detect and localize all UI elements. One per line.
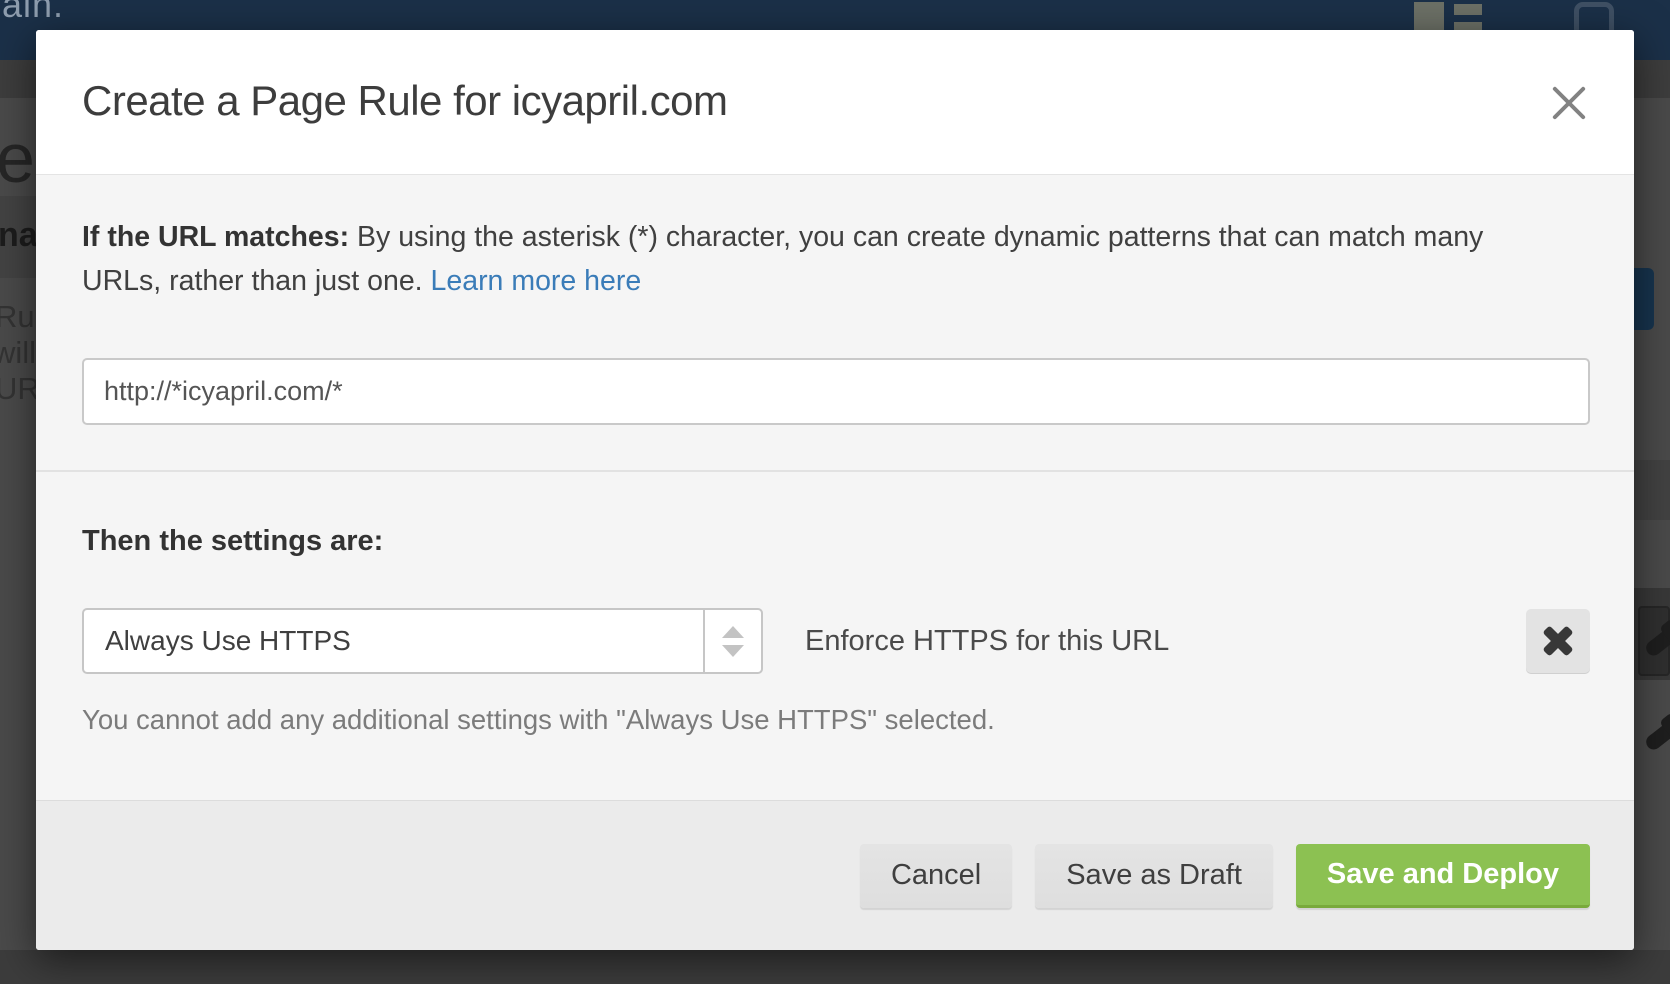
setting-selected-value: Always Use HTTPS: [84, 610, 703, 672]
background-domain-text-fragment: ain.: [2, 0, 64, 26]
save-as-draft-button[interactable]: Save as Draft: [1035, 844, 1273, 908]
modal-body: If the URL matches: By using the asteris…: [36, 175, 1634, 736]
setting-description: Enforce HTTPS for this URL: [805, 625, 1169, 658]
cancel-button[interactable]: Cancel: [860, 844, 1012, 908]
setting-row: Always Use HTTPS Enforce HTTPS for this …: [82, 608, 1590, 674]
url-match-description: If the URL matches: By using the asteris…: [82, 215, 1562, 303]
save-and-deploy-button[interactable]: Save and Deploy: [1296, 844, 1590, 908]
settings-heading: Then the settings are:: [82, 525, 1590, 558]
background-text-fragment-ru: Ru: [0, 299, 35, 335]
select-spinner-icon: [703, 610, 761, 672]
close-icon[interactable]: [1546, 80, 1592, 126]
settings-restriction-note: You cannot add any additional settings w…: [82, 704, 1590, 736]
section-divider: [36, 470, 1634, 472]
url-match-label: If the URL matches:: [82, 221, 349, 253]
modal-title: Create a Page Rule for icyapril.com: [82, 77, 727, 125]
learn-more-link[interactable]: Learn more here: [431, 265, 642, 297]
create-page-rule-modal: Create a Page Rule for icyapril.com If t…: [36, 30, 1634, 950]
wrench-icon: [1643, 719, 1670, 753]
modal-header: Create a Page Rule for icyapril.com: [36, 30, 1634, 175]
page-rules-screen: ain. e nav Ru will UR Create a Page Rule…: [0, 0, 1670, 984]
background-heading-fragment: e: [0, 118, 35, 198]
modal-footer: Cancel Save as Draft Save and Deploy: [36, 800, 1634, 950]
url-pattern-input[interactable]: [82, 358, 1590, 425]
background-text-fragment-will: will: [0, 335, 36, 371]
remove-setting-button[interactable]: [1526, 609, 1590, 673]
background-text-fragment-ur: UR: [0, 371, 40, 407]
background-bottom-band: [0, 950, 1670, 984]
background-right-band: [1634, 460, 1670, 520]
setting-select-dropdown[interactable]: Always Use HTTPS: [82, 608, 763, 674]
